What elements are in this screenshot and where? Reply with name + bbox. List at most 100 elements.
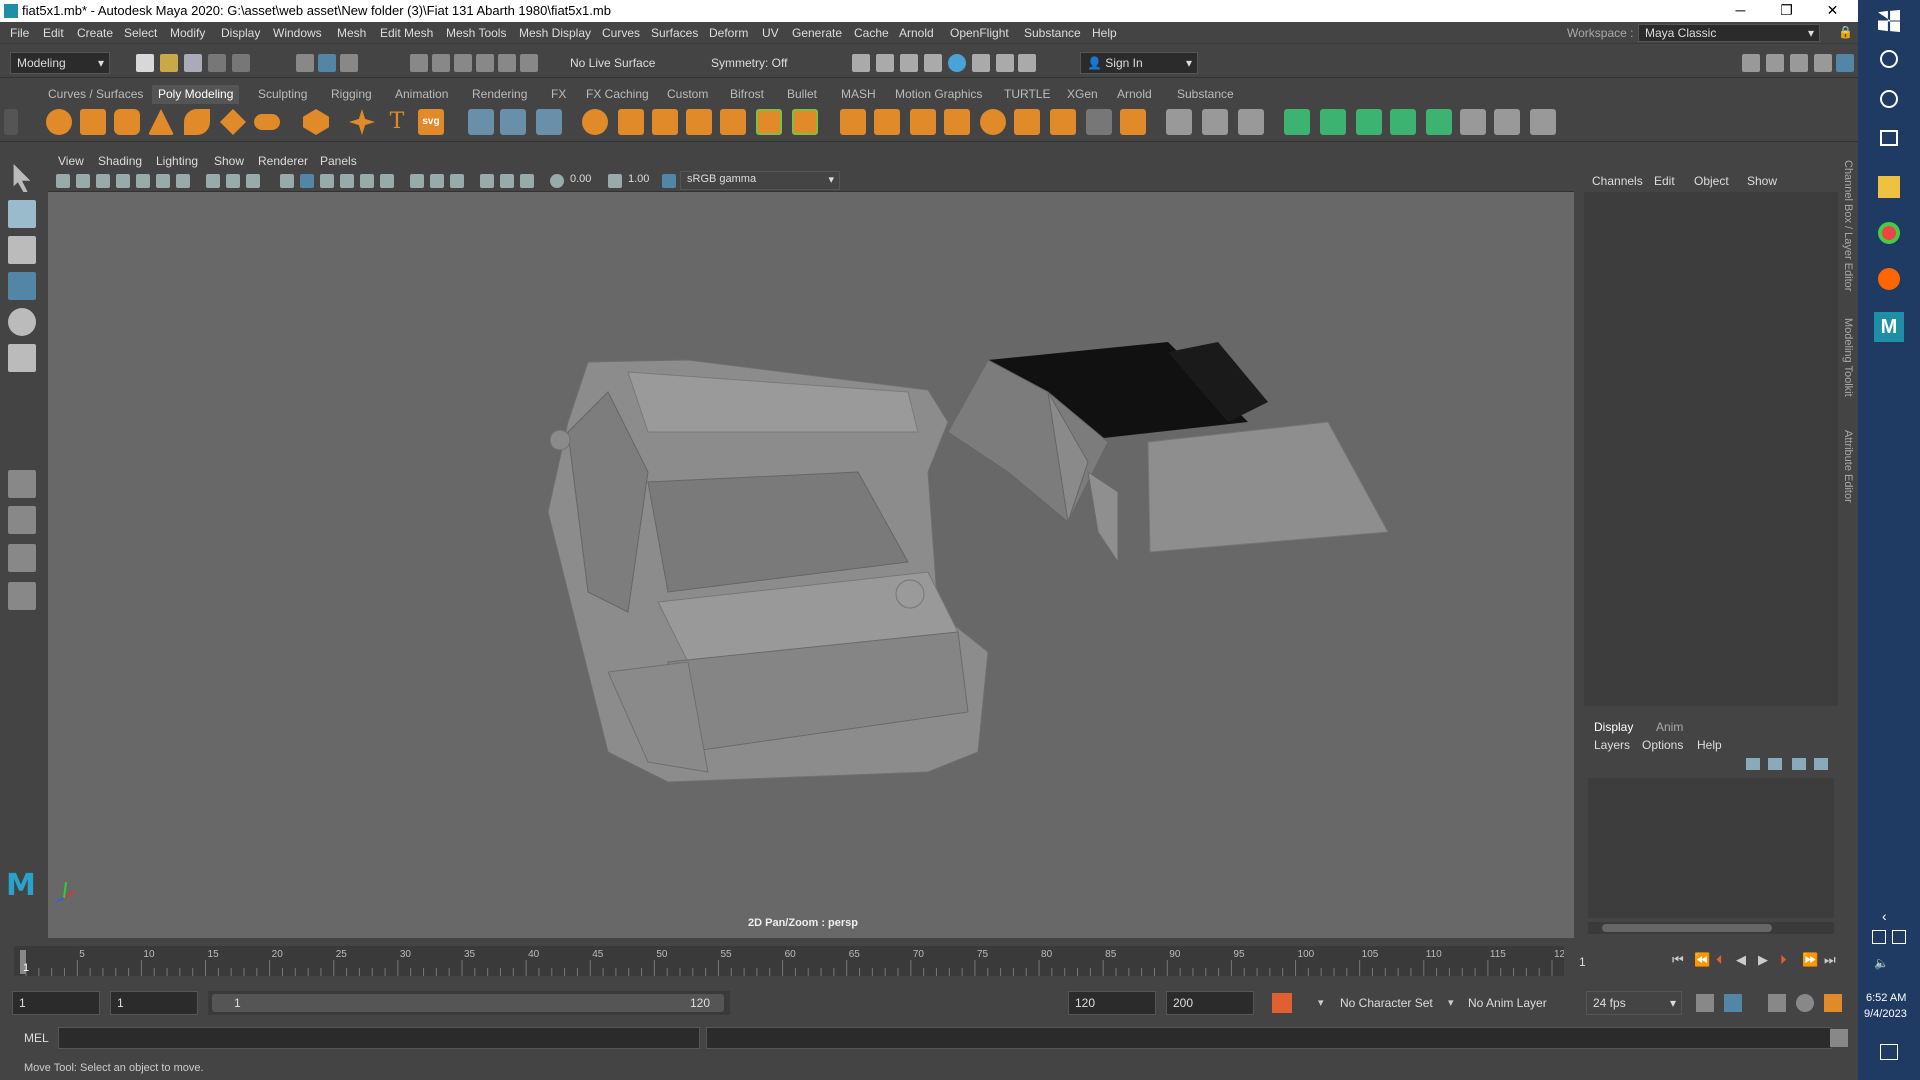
restore-button[interactable]: ❐ bbox=[1764, 0, 1809, 22]
layer-menu-help[interactable]: Help bbox=[1697, 738, 1722, 752]
save-scene-icon[interactable] bbox=[184, 54, 202, 72]
gate-mask-icon[interactable] bbox=[206, 174, 220, 188]
wireframe-on-shaded-icon[interactable] bbox=[320, 174, 334, 188]
animation-end-field[interactable]: 200 bbox=[1166, 991, 1254, 1015]
panel-menu-lighting[interactable]: Lighting bbox=[156, 154, 198, 168]
outliner-layout-icon[interactable] bbox=[8, 582, 36, 610]
lock-icon[interactable]: 🔒 bbox=[1838, 25, 1853, 39]
color-space-dropdown[interactable]: sRGB gamma ▾ bbox=[680, 171, 840, 190]
tab-motion-graphics[interactable]: Motion Graphics bbox=[895, 87, 982, 101]
exposure-icon[interactable] bbox=[550, 174, 564, 188]
uv-editor-icon[interactable] bbox=[500, 109, 526, 135]
layer-tab-display[interactable]: Display bbox=[1594, 720, 1633, 734]
safe-action-icon[interactable] bbox=[246, 174, 260, 188]
maya-taskbar-icon[interactable]: M bbox=[1874, 312, 1904, 342]
shelf-menu-icon[interactable] bbox=[4, 109, 18, 135]
layer-menu-layers[interactable]: Layers bbox=[1594, 738, 1630, 752]
move-layer-up-icon[interactable] bbox=[1746, 758, 1760, 770]
single-perspective-layout-icon[interactable] bbox=[8, 470, 36, 498]
tab-bullet[interactable]: Bullet bbox=[787, 87, 817, 101]
wedge-icon[interactable] bbox=[1014, 109, 1040, 135]
render-view-icon[interactable] bbox=[972, 54, 990, 72]
step-back-key-icon[interactable]: ⏴ bbox=[1716, 952, 1723, 968]
tab-fx-caching[interactable]: FX Caching bbox=[586, 87, 649, 101]
menu-deform[interactable]: Deform bbox=[709, 26, 748, 40]
automatic-uv-icon[interactable] bbox=[1390, 109, 1416, 135]
cylindrical-uv-icon[interactable] bbox=[1320, 109, 1346, 135]
menu-curves[interactable]: Curves bbox=[602, 26, 640, 40]
firefox-icon[interactable] bbox=[1878, 268, 1900, 290]
tab-poly-modeling[interactable]: Poly Modeling bbox=[152, 85, 240, 104]
menu-windows[interactable]: Windows bbox=[273, 26, 322, 40]
panel-menu-panels[interactable]: Panels bbox=[320, 154, 357, 168]
tab-custom[interactable]: Custom bbox=[667, 87, 708, 101]
text-tool-icon[interactable]: T bbox=[384, 109, 410, 135]
exposure-value[interactable]: 0.00 bbox=[570, 173, 591, 185]
planar-uv-icon[interactable] bbox=[1284, 109, 1310, 135]
move-layer-down-icon[interactable] bbox=[1768, 758, 1782, 770]
platonic-solid-icon[interactable] bbox=[303, 109, 329, 135]
network-icon[interactable] bbox=[1872, 930, 1886, 944]
move-tool-icon[interactable] bbox=[8, 272, 36, 300]
spherical-uv-icon[interactable] bbox=[1356, 109, 1382, 135]
pause-render-icon[interactable] bbox=[1018, 54, 1036, 72]
menu-substance[interactable]: Substance bbox=[1024, 26, 1081, 40]
collapse-icon[interactable] bbox=[1120, 109, 1146, 135]
play-forward-icon[interactable]: ▶ bbox=[1758, 952, 1768, 968]
sculpt-tool-icon[interactable] bbox=[468, 109, 494, 135]
snap-grid-icon[interactable] bbox=[410, 54, 428, 72]
rotate-tool-icon[interactable] bbox=[8, 308, 36, 336]
persp-outliner-layout-icon[interactable] bbox=[8, 544, 36, 572]
menu-mesh-display[interactable]: Mesh Display bbox=[519, 26, 591, 40]
tab-fx[interactable]: FX bbox=[551, 87, 566, 101]
boolean-union-icon[interactable] bbox=[756, 109, 782, 135]
playback-end-field[interactable]: 120 bbox=[1068, 991, 1156, 1015]
time-slider[interactable]: 5 10 15 20 25 30 35 40 45 50 55 60 65 70 75 80 85 90 95 100… bbox=[0, 940, 1662, 982]
workspace-dropdown[interactable]: Maya Classic ▾ bbox=[1638, 24, 1820, 42]
multi-cut-icon[interactable] bbox=[1166, 109, 1192, 135]
loop-icon[interactable] bbox=[1696, 994, 1714, 1012]
display-icon[interactable] bbox=[1892, 930, 1906, 944]
fps-dropdown[interactable]: 24 fps ▾ bbox=[1586, 991, 1682, 1015]
new-scene-icon[interactable] bbox=[136, 54, 154, 72]
tab-rendering[interactable]: Rendering bbox=[472, 87, 527, 101]
reduce-icon[interactable] bbox=[720, 109, 746, 135]
channel-menu-edit[interactable]: Edit bbox=[1654, 174, 1675, 188]
range-handle[interactable]: 1 120 bbox=[212, 994, 724, 1012]
redo-icon[interactable] bbox=[232, 54, 250, 72]
ambient-occlusion-icon[interactable] bbox=[410, 174, 424, 188]
outliner-icon[interactable] bbox=[1814, 54, 1832, 72]
time-slider-track[interactable]: 5 10 15 20 25 30 35 40 45 50 55 60 65 70 75 80 85 90 95 100… bbox=[14, 946, 1564, 976]
gamma-value[interactable]: 1.00 bbox=[628, 173, 649, 185]
minimize-button[interactable]: ─ bbox=[1718, 0, 1763, 22]
cache-playback-icon[interactable] bbox=[1724, 994, 1742, 1012]
side-tab-modeling-toolkit[interactable]: Modeling Toolkit bbox=[1842, 318, 1854, 397]
poly-plane-icon[interactable] bbox=[220, 109, 246, 135]
menu-cache[interactable]: Cache bbox=[854, 26, 889, 40]
undo-icon[interactable] bbox=[208, 54, 226, 72]
snap-curve-icon[interactable] bbox=[432, 54, 450, 72]
boolean-difference-icon[interactable] bbox=[792, 109, 818, 135]
menu-mesh-tools[interactable]: Mesh Tools bbox=[446, 26, 506, 40]
current-frame-field[interactable]: 1 bbox=[1572, 950, 1662, 972]
clock-time[interactable]: 6:52 AM bbox=[1866, 992, 1906, 1004]
channel-menu-object[interactable]: Object bbox=[1694, 174, 1729, 188]
smooth-shade-icon[interactable] bbox=[300, 174, 314, 188]
menuset-dropdown[interactable]: Modeling ▾ bbox=[10, 52, 110, 74]
grid-toggle-icon[interactable] bbox=[136, 174, 150, 188]
select-hierarchy-icon[interactable] bbox=[296, 54, 314, 72]
menu-help[interactable]: Help bbox=[1092, 26, 1117, 40]
side-tab-attribute-editor[interactable]: Attribute Editor bbox=[1842, 430, 1854, 503]
tab-xgen[interactable]: XGen bbox=[1067, 87, 1098, 101]
layer-scrollbar[interactable] bbox=[1588, 922, 1834, 934]
live-surface-field[interactable]: No Live Surface bbox=[563, 52, 663, 74]
chevron-down-icon[interactable]: ▾ bbox=[1318, 996, 1324, 1009]
render-frame-icon[interactable] bbox=[852, 54, 870, 72]
scale-tool-icon[interactable] bbox=[8, 344, 36, 372]
field-chart-icon[interactable] bbox=[226, 174, 240, 188]
menu-mesh[interactable]: Mesh bbox=[337, 26, 366, 40]
sound-icon[interactable] bbox=[1768, 994, 1786, 1012]
poly-cone-icon[interactable] bbox=[148, 109, 174, 135]
poly-sphere-icon[interactable] bbox=[46, 109, 72, 135]
tab-animation[interactable]: Animation bbox=[395, 87, 448, 101]
